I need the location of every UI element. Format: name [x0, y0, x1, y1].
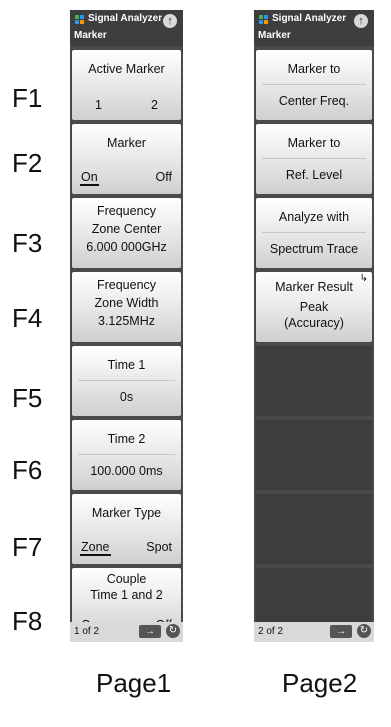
fkey-label-f2: F2 [12, 148, 43, 178]
panel-footer: 2 of 2 → ↻ [254, 622, 374, 642]
page2-caption: Page2 [282, 668, 358, 698]
app-title: Signal Analyzer [272, 13, 347, 24]
option-on: On [80, 170, 99, 186]
softkey-panel-page1: Signal Analyzer Marker ↑ Active Marker 1… [70, 10, 183, 642]
softkey-title: Marker to [287, 136, 341, 150]
softkey-title: Marker [107, 136, 146, 150]
page-indicator: 2 of 2 [258, 626, 284, 637]
page-indicator: 1 of 2 [74, 626, 100, 637]
softkey-title: Active Marker [88, 62, 165, 76]
menu-title: Marker [258, 30, 291, 41]
softkey-value: 0s [119, 390, 134, 404]
softkey-title-line2: Zone Center [91, 222, 162, 236]
softkey-time-2[interactable]: Time 2 100.000 0ms [72, 420, 181, 490]
right-arrow-icon[interactable]: → [330, 625, 352, 638]
app-grid-icon [75, 15, 84, 24]
softkey-frequency-zone-center[interactable]: Frequency Zone Center 6.000 000GHz [72, 198, 181, 268]
fkey-label-f4: F4 [12, 303, 43, 333]
empty-softkey [256, 346, 372, 416]
fkey-label-f5: F5 [12, 383, 43, 413]
option-1: 1 [95, 98, 102, 112]
option-spot: Spot [146, 540, 172, 554]
app-grid-icon [259, 15, 268, 24]
empty-softkey [256, 494, 372, 564]
panel-header: Signal Analyzer Marker ↑ [70, 10, 183, 46]
softkey-frequency-zone-width[interactable]: Frequency Zone Width 3.125MHz [72, 272, 181, 342]
softkey-title-line1: Couple [106, 572, 147, 586]
softkey-active-marker[interactable]: Active Marker 1 2 [72, 50, 181, 120]
fkey-label-f3: F3 [12, 228, 43, 258]
page1-caption: Page1 [96, 668, 172, 698]
panel-footer: 1 of 2 → ↻ [70, 622, 183, 642]
softkey-title: Time 1 [107, 358, 146, 372]
softkey-value-line1: Peak [299, 300, 329, 314]
softkey-title-line1: Frequency [96, 204, 157, 218]
softkey-value: 3.125MHz [98, 314, 155, 328]
fkey-label-f7: F7 [12, 532, 43, 562]
rotate-icon[interactable]: ↻ [166, 624, 180, 638]
softkey-marker-to-center-freq[interactable]: Marker to Center Freq. [256, 50, 372, 120]
softkey-title: Marker Type [91, 506, 162, 520]
softkey-marker-result[interactable]: ↳ Marker Result Peak (Accuracy) [256, 272, 372, 342]
softkey-value: Center Freq. [278, 94, 350, 108]
option-2: 2 [151, 98, 158, 112]
softkey-time-1[interactable]: Time 1 0s [72, 346, 181, 416]
softkey-title: Time 2 [107, 432, 146, 446]
right-arrow-icon[interactable]: → [139, 625, 161, 638]
option-zone: Zone [80, 540, 111, 556]
softkey-value: 6.000 000GHz [86, 240, 167, 254]
softkey-title-line2: Zone Width [94, 296, 159, 310]
fkey-label-f1: F1 [12, 83, 43, 113]
fkey-label-f8: F8 [12, 606, 43, 636]
rotate-icon[interactable]: ↻ [357, 624, 371, 638]
softkey-value: Ref. Level [285, 168, 343, 182]
softkey-value-line2: (Accuracy) [284, 316, 344, 330]
softkey-marker-type[interactable]: Marker Type Zone Spot [72, 494, 181, 564]
fkey-label-f6: F6 [12, 455, 43, 485]
softkey-title-line2: Time 1 and 2 [90, 588, 163, 602]
option-off: Off [155, 170, 172, 184]
softkey-value: Spectrum Trace [269, 242, 359, 256]
menu-title: Marker [74, 30, 107, 41]
softkey-title: Marker Result [275, 280, 353, 294]
softkey-marker-to-ref-level[interactable]: Marker to Ref. Level [256, 124, 372, 194]
softkey-title: Analyze with [278, 210, 350, 224]
softkey-title-line1: Frequency [96, 278, 157, 292]
app-title: Signal Analyzer [88, 13, 163, 24]
empty-softkey [256, 420, 372, 490]
panel-header: Signal Analyzer Marker ↑ [254, 10, 374, 46]
softkey-title: Marker to [287, 62, 341, 76]
up-arrow-icon[interactable]: ↑ [163, 14, 177, 28]
up-arrow-icon[interactable]: ↑ [354, 14, 368, 28]
softkey-analyze-with-spectrum-trace[interactable]: Analyze with Spectrum Trace [256, 198, 372, 268]
softkey-marker[interactable]: Marker On Off [72, 124, 181, 194]
softkey-panel-page2: Signal Analyzer Marker ↑ Marker to Cente… [254, 10, 374, 642]
softkey-value: 100.000 0ms [90, 464, 163, 478]
